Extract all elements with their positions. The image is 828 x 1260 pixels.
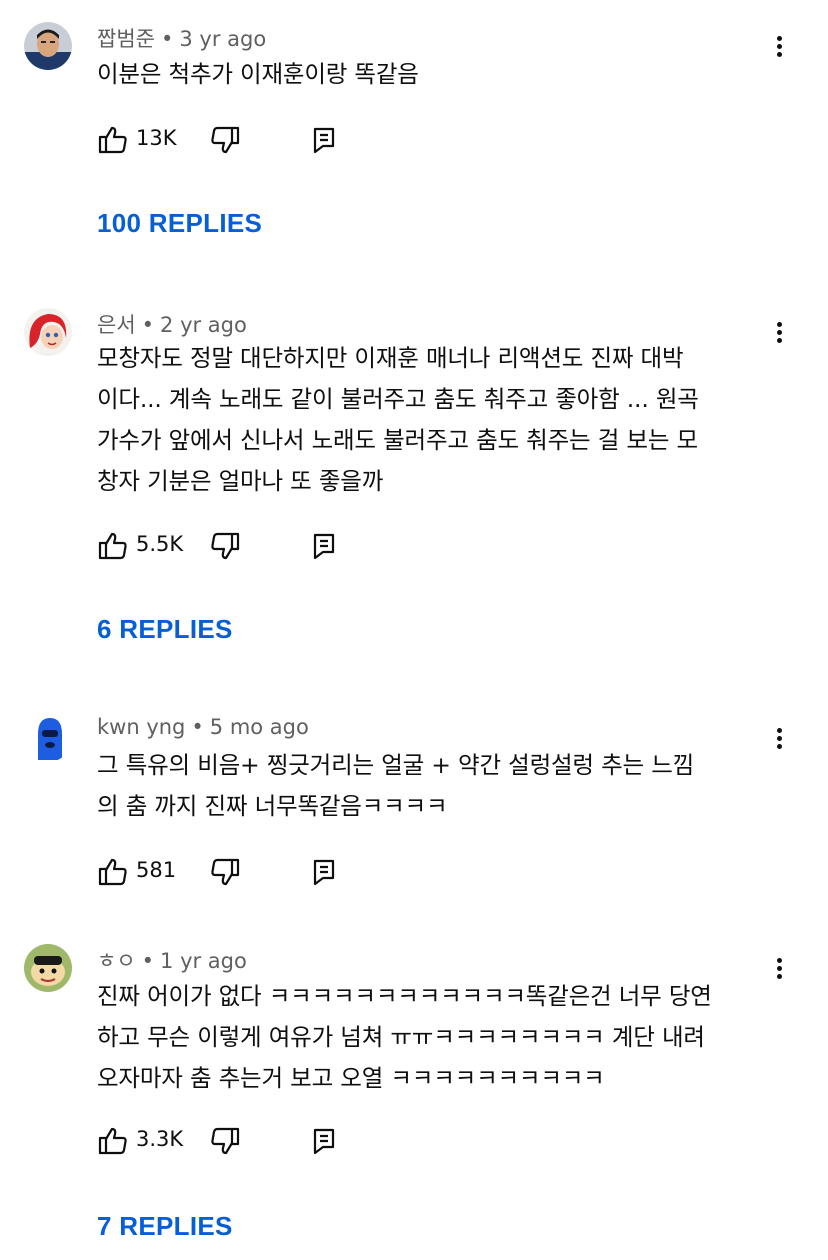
thumbs-down-icon[interactable] bbox=[209, 124, 241, 156]
reply-icon[interactable] bbox=[311, 856, 337, 888]
reply-icon[interactable] bbox=[311, 1125, 337, 1157]
comment-text: 그 특유의 비음+ 찡긋거리는 얼굴 + 약간 설렁설렁 추는 느낌 의 춤 까… bbox=[97, 751, 695, 820]
comment-author[interactable]: 짭범준 bbox=[97, 27, 155, 51]
separator: • bbox=[141, 949, 155, 973]
replies-button[interactable]: 100 REPLIES bbox=[97, 208, 262, 239]
separator: • bbox=[191, 715, 204, 739]
thumbs-up-icon[interactable] bbox=[97, 530, 129, 562]
like-count: 13K bbox=[136, 126, 177, 150]
comment-time: 5 mo ago bbox=[209, 715, 309, 739]
comment-text: 이분은 척추가 이재훈이랑 똑같음 bbox=[97, 60, 419, 88]
comment-meta: ㅎㅇ • 1 yr ago bbox=[97, 945, 247, 975]
like-count: 5.5K bbox=[136, 532, 184, 556]
comment-meta: 짭범준 • 3 yr ago bbox=[97, 23, 266, 53]
comment-text: 진짜 어이가 없다 ㅋㅋㅋㅋㅋㅋㅋㅋㅋㅋㅋㅋ똑같은건 너무 당연 하고 무슨 이… bbox=[97, 982, 712, 1092]
avatar[interactable] bbox=[24, 308, 72, 356]
like-count: 581 bbox=[136, 858, 177, 882]
comment-time: 3 yr ago bbox=[179, 27, 267, 51]
thumbs-up-icon[interactable] bbox=[97, 124, 129, 156]
comment-meta: 은서 • 2 yr ago bbox=[97, 309, 247, 339]
separator: • bbox=[141, 313, 155, 337]
thumbs-down-icon[interactable] bbox=[209, 856, 241, 888]
thumbs-up-icon[interactable] bbox=[97, 1125, 129, 1157]
thumbs-down-icon[interactable] bbox=[209, 530, 241, 562]
avatar[interactable] bbox=[24, 944, 72, 992]
avatar[interactable] bbox=[24, 22, 72, 70]
comment-time: 1 yr ago bbox=[160, 949, 247, 973]
comment-meta: kwn yng • 5 mo ago bbox=[97, 715, 309, 739]
avatar[interactable] bbox=[24, 714, 72, 762]
comment-text: 모창자도 정말 대단하지만 이재훈 매너나 리액션도 진짜 대박 이다... 계… bbox=[97, 344, 699, 495]
replies-button[interactable]: 7 REPLIES bbox=[97, 1211, 233, 1242]
reply-icon[interactable] bbox=[311, 124, 337, 156]
like-count: 3.3K bbox=[136, 1127, 184, 1151]
separator: • bbox=[160, 27, 174, 51]
replies-button[interactable]: 6 REPLIES bbox=[97, 614, 233, 645]
thumbs-down-icon[interactable] bbox=[209, 1125, 241, 1157]
reply-icon[interactable] bbox=[311, 530, 337, 562]
comment-time: 2 yr ago bbox=[160, 313, 247, 337]
comment-author[interactable]: 은서 bbox=[97, 313, 136, 337]
comment-author[interactable]: ㅎㅇ bbox=[97, 949, 136, 973]
comment-author[interactable]: kwn yng bbox=[97, 715, 185, 739]
thumbs-up-icon[interactable] bbox=[97, 856, 129, 888]
